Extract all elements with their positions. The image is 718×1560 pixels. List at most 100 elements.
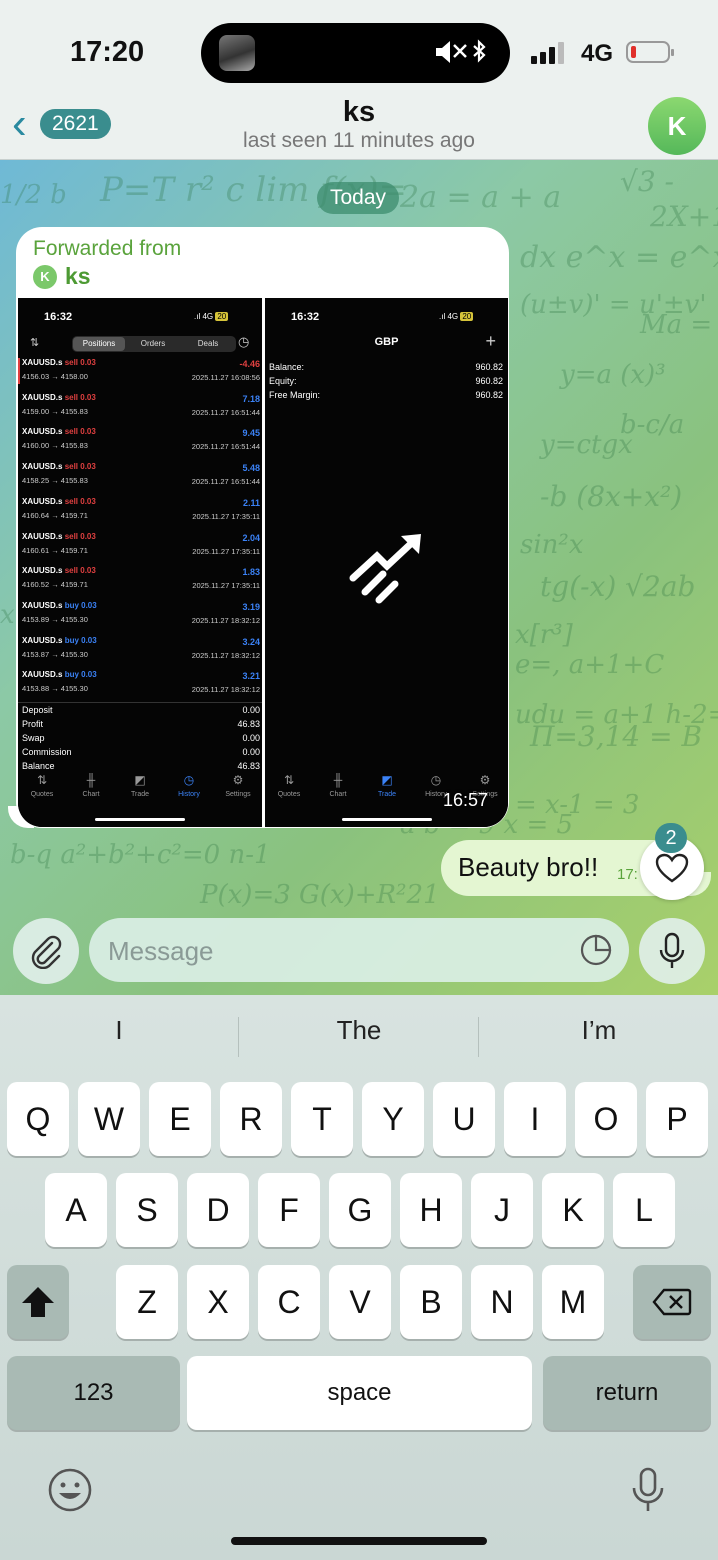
- left-home-indicator: [95, 818, 185, 821]
- position-symbol: XAUUSD.s buy 0.03: [22, 636, 97, 645]
- position-symbol: XAUUSD.s buy 0.03: [22, 601, 97, 610]
- tab-trade: ◩ Trade: [116, 773, 164, 798]
- position-row: XAUUSD.s sell 0.03 4158.25 → 4155.83 5.48 2…: [22, 462, 260, 497]
- position-row: XAUUSD.s sell 0.03 4156.03 → 4158.00 -4.46…: [22, 358, 260, 393]
- tab-label: History: [178, 791, 200, 798]
- key-f[interactable]: F: [258, 1173, 320, 1247]
- network-type: 4G: [581, 40, 614, 67]
- position-side: sell 0.03: [64, 496, 96, 506]
- message-time: 16:57: [442, 790, 488, 810]
- position-prices: 4153.88 → 4155.30: [22, 684, 88, 694]
- summary-label: Deposit: [22, 705, 53, 715]
- segment-positions: Positions: [73, 337, 125, 351]
- account-currency: GBP: [374, 336, 399, 348]
- contact-avatar[interactable]: K: [648, 97, 706, 155]
- suggestion-3[interactable]: I’m: [480, 1015, 718, 1046]
- key-w[interactable]: W: [78, 1082, 140, 1156]
- key-o[interactable]: O: [575, 1082, 637, 1156]
- media-thumbnail: [219, 35, 255, 71]
- key-c[interactable]: C: [258, 1265, 320, 1339]
- return-key[interactable]: return: [543, 1356, 711, 1430]
- loss-marker: [18, 358, 20, 384]
- key-i[interactable]: I: [504, 1082, 566, 1156]
- position-side: sell 0.03: [64, 462, 96, 472]
- clock-icon: ◷: [238, 334, 250, 349]
- key-h[interactable]: H: [400, 1173, 462, 1247]
- key-y[interactable]: Y: [362, 1082, 424, 1156]
- message-input[interactable]: Message: [89, 918, 629, 982]
- voice-record-button[interactable]: [639, 918, 705, 984]
- key-x[interactable]: X: [187, 1265, 249, 1339]
- tab-label: Quotes: [30, 791, 54, 798]
- account-value: 960.82: [475, 376, 503, 386]
- position-side: buy 0.03: [64, 670, 97, 680]
- key-q[interactable]: Q: [7, 1082, 69, 1156]
- summary-label: Balance: [22, 761, 55, 771]
- segment-orders: Orders: [140, 339, 166, 348]
- position-prices: 4160.64 → 4159.71: [22, 510, 88, 520]
- key-g[interactable]: G: [329, 1173, 391, 1247]
- dictation-key[interactable]: [630, 1467, 666, 1518]
- key-v[interactable]: V: [329, 1265, 391, 1339]
- emoji-key[interactable]: [47, 1467, 93, 1518]
- message-time: 17:: [617, 866, 638, 883]
- forwarded-sender-name[interactable]: ks: [65, 263, 91, 290]
- right-screen-time: 16:32: [291, 311, 320, 323]
- tab-quotes: ⇅ Quotes: [265, 773, 313, 798]
- key-a[interactable]: A: [45, 1173, 107, 1247]
- delete-key[interactable]: [633, 1265, 711, 1339]
- shift-key[interactable]: [7, 1265, 69, 1339]
- key-p[interactable]: P: [646, 1082, 708, 1156]
- tab-quotes: ⇅ Quotes: [18, 773, 66, 798]
- chat-title[interactable]: ks: [0, 96, 718, 129]
- key-b[interactable]: B: [400, 1265, 462, 1339]
- positions-screenshot[interactable]: 16:32 .ıl 4G 20 ⇅ Positions Orders Deals…: [18, 298, 262, 827]
- sticker-button[interactable]: [579, 933, 613, 972]
- suggestion-2[interactable]: The: [240, 1015, 478, 1046]
- key-k[interactable]: K: [542, 1173, 604, 1247]
- backspace-icon: [652, 1288, 692, 1316]
- key-z[interactable]: Z: [116, 1265, 178, 1339]
- key-u[interactable]: U: [433, 1082, 495, 1156]
- space-key[interactable]: space: [187, 1356, 532, 1430]
- summary-row: Deposit 0.00: [22, 705, 260, 719]
- key-e[interactable]: E: [149, 1082, 211, 1156]
- key-t[interactable]: T: [291, 1082, 353, 1156]
- forwarded-screenshots[interactable]: 16:32 .ıl 4G 20 ⇅ Positions Orders Deals…: [18, 298, 508, 827]
- trade-screenshot[interactable]: 16:32 .ıl 4G 20 GBP + Balance: 960.82 Equ…: [265, 298, 508, 827]
- suggestion-1[interactable]: I: [0, 1015, 238, 1046]
- suggestion-divider: [238, 1017, 239, 1057]
- key-s[interactable]: S: [116, 1173, 178, 1247]
- gear-icon: ⚙: [232, 773, 244, 787]
- forwarded-message-bubble[interactable]: Forwarded from K ks 16:32 .ıl 4G 20 ⇅ Po…: [16, 227, 509, 828]
- tab-label: Quotes: [277, 791, 301, 798]
- position-prices: 4156.03 → 4158.00: [22, 372, 88, 381]
- position-side: buy 0.03: [64, 635, 97, 645]
- trade-icon: ◩: [381, 773, 393, 787]
- history-icon: ◷: [430, 773, 442, 787]
- key-r[interactable]: R: [220, 1082, 282, 1156]
- tab-label: Chart: [82, 791, 100, 798]
- trade-icon: ◩: [134, 773, 146, 787]
- symbol-text: XAUUSD.s: [22, 670, 63, 680]
- key-m[interactable]: M: [542, 1265, 604, 1339]
- key-n[interactable]: N: [471, 1265, 533, 1339]
- numbers-key[interactable]: 123: [7, 1356, 180, 1430]
- position-side: sell 0.03: [64, 566, 96, 576]
- position-side: buy 0.03: [64, 600, 97, 610]
- position-row: XAUUSD.s sell 0.03 4160.00 → 4155.83 9.45 2…: [22, 427, 260, 462]
- left-screen-time: 16:32: [44, 311, 73, 323]
- key-d[interactable]: D: [187, 1173, 249, 1247]
- summary-value: 0.00: [242, 747, 260, 757]
- position-date: 2025.11.27 17:35:11: [192, 546, 260, 556]
- microphone-icon: [632, 1467, 664, 1511]
- battery-icon: [626, 41, 674, 63]
- key-l[interactable]: L: [613, 1173, 675, 1247]
- attach-button[interactable]: [13, 918, 79, 984]
- key-j[interactable]: J: [471, 1173, 533, 1247]
- history-icon: ◷: [183, 773, 195, 787]
- chart-icon: ╫: [86, 773, 96, 787]
- position-row: XAUUSD.s buy 0.03 4153.89 → 4155.30 3.19 20…: [22, 601, 260, 636]
- forwarded-avatar[interactable]: K: [33, 265, 57, 289]
- top-bar: 17:20 4G ‹ 2621 ks last seen 11 minutes …: [0, 0, 718, 160]
